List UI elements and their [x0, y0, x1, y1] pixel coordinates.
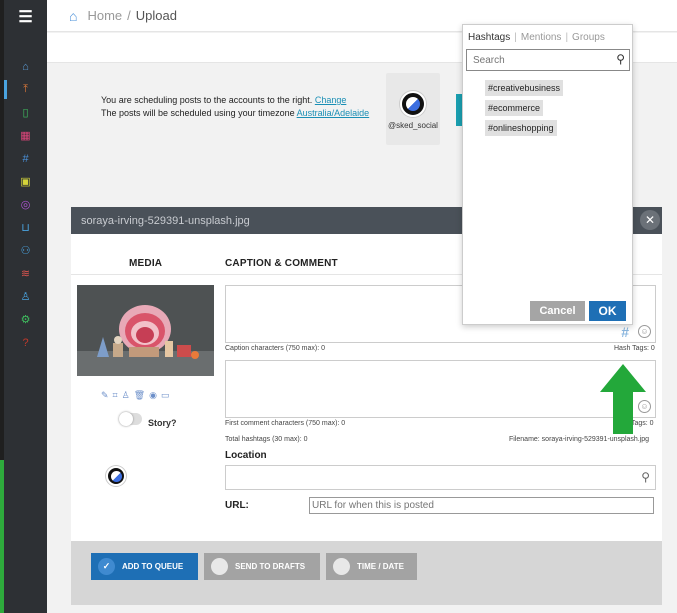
location-label: Location: [225, 450, 267, 461]
filename-label: Filename: soraya-irving-529391-unsplash.…: [509, 436, 650, 443]
hashtag-item[interactable]: #creativebusiness: [485, 80, 564, 96]
time-date-button[interactable]: TIME / DATE: [326, 553, 417, 580]
sidebar-report-icon[interactable]: ▣: [4, 170, 47, 193]
breadcrumb-current: Upload: [135, 8, 177, 23]
search-icon: ⚲: [616, 52, 625, 66]
action-footer: ✓ ADD TO QUEUE SEND TO DRAFTS TIME / DATE: [71, 541, 662, 605]
close-icon[interactable]: ✕: [640, 210, 660, 230]
sidebar-settings-icon[interactable]: ⚙: [4, 308, 47, 331]
check-icon: ✓: [98, 558, 115, 575]
comment-textarea[interactable]: ☺: [225, 360, 656, 418]
sidebar-calendar-icon[interactable]: ▦: [4, 124, 47, 147]
cancel-button[interactable]: Cancel: [530, 301, 585, 321]
sidebar-phone-icon[interactable]: ▯: [4, 101, 47, 124]
caption-hashtag-count: Hash Tags: 0: [614, 345, 655, 352]
media-thumbnail[interactable]: [77, 285, 214, 376]
account-avatar: [400, 91, 426, 117]
sidebar-hashtag-icon[interactable]: #: [4, 147, 47, 170]
account-avatar-small: [106, 466, 126, 486]
story-toggle[interactable]: [119, 412, 142, 426]
change-link[interactable]: Change: [315, 95, 347, 105]
ok-button[interactable]: OK: [589, 301, 626, 321]
story-label: Story?: [148, 418, 177, 428]
time-date-label: TIME / DATE: [357, 562, 404, 571]
home-icon[interactable]: ⌂: [69, 8, 77, 24]
send-to-drafts-button[interactable]: SEND TO DRAFTS: [204, 553, 320, 580]
tab-hashtags[interactable]: Hashtags: [468, 32, 510, 43]
sidebar-upload-icon[interactable]: ⤒: [4, 78, 47, 101]
add-to-queue-button[interactable]: ✓ ADD TO QUEUE: [91, 553, 198, 580]
post-filename-title: soraya-irving-529391-unsplash.jpg: [81, 214, 250, 227]
green-arrow-annotation: [600, 364, 646, 434]
add-to-queue-label: ADD TO QUEUE: [122, 562, 184, 571]
location-input[interactable]: ⚲: [225, 465, 656, 490]
send-to-drafts-label: SEND TO DRAFTS: [235, 562, 306, 571]
media-tools: ✎ ⌗ ♙ 🗑 ◉ ▭: [101, 390, 170, 401]
breadcrumb-separator: /: [127, 8, 131, 23]
sidebar-instagram-icon[interactable]: ◎: [4, 193, 47, 216]
edit-icon[interactable]: ✎: [101, 390, 109, 401]
preview-icon[interactable]: ◉: [149, 390, 157, 401]
timezone-link[interactable]: Australia/Adelaide: [297, 108, 370, 118]
caption-count: Caption characters (750 max): 0: [225, 345, 325, 352]
hashtag-item[interactable]: #ecommerce: [485, 100, 544, 116]
image-icon[interactable]: ▭: [161, 390, 170, 401]
url-input[interactable]: [309, 497, 654, 514]
comment-count: First comment characters (750 max): 0: [225, 420, 346, 427]
notice-line1: You are scheduling posts to the accounts…: [101, 95, 313, 105]
hashtag-item[interactable]: #onlineshopping: [485, 120, 557, 136]
delete-icon[interactable]: 🗑: [134, 390, 145, 401]
hashtag-popup: Hashtags|Mentions|Groups ⚲ #creativebusi…: [462, 24, 633, 325]
menu-icon[interactable]: ☰: [4, 0, 47, 34]
emoji-icon[interactable]: ☺: [638, 325, 651, 338]
sidebar-home-icon[interactable]: ⌂: [4, 55, 47, 78]
tag-user-icon[interactable]: ♙: [122, 390, 130, 401]
account-card[interactable]: @sked_social: [386, 73, 440, 145]
radio-icon: [211, 558, 228, 575]
hashtag-search-input[interactable]: [466, 49, 630, 71]
sidebar: ☰ ⌂ ⤒ ▯ ▦ # ▣ ◎ ⊔ ⚇ ≋ ♙ ⚙ ?: [4, 0, 47, 613]
account-handle: @sked_social: [388, 121, 438, 130]
sidebar-help-icon[interactable]: ?: [4, 331, 47, 354]
sidebar-users-icon[interactable]: ⚇: [4, 239, 47, 262]
total-hashtags: Total hashtags (30 max): 0: [225, 436, 308, 443]
crop-icon[interactable]: ⌗: [113, 390, 118, 401]
sidebar-inbox-icon[interactable]: ⊔: [4, 216, 47, 239]
scheduling-notice: You are scheduling posts to the accounts…: [101, 94, 369, 120]
caption-header: CAPTION & COMMENT: [225, 258, 338, 269]
hashtag-icon[interactable]: #: [621, 324, 629, 340]
tab-groups[interactable]: Groups: [572, 32, 605, 43]
url-label: URL:: [225, 500, 249, 511]
search-icon: ⚲: [641, 470, 650, 484]
tab-mentions[interactable]: Mentions: [521, 32, 562, 43]
notice-line2: The posts will be scheduled using your t…: [101, 108, 295, 118]
sidebar-profile-icon[interactable]: ♙: [4, 285, 47, 308]
breadcrumb-home[interactable]: Home: [87, 8, 122, 23]
radio-icon: [333, 558, 350, 575]
popup-tabs: Hashtags | Mentions | Groups: [468, 32, 605, 43]
sidebar-layers-icon[interactable]: ≋: [4, 262, 47, 285]
media-header: MEDIA: [129, 258, 163, 269]
